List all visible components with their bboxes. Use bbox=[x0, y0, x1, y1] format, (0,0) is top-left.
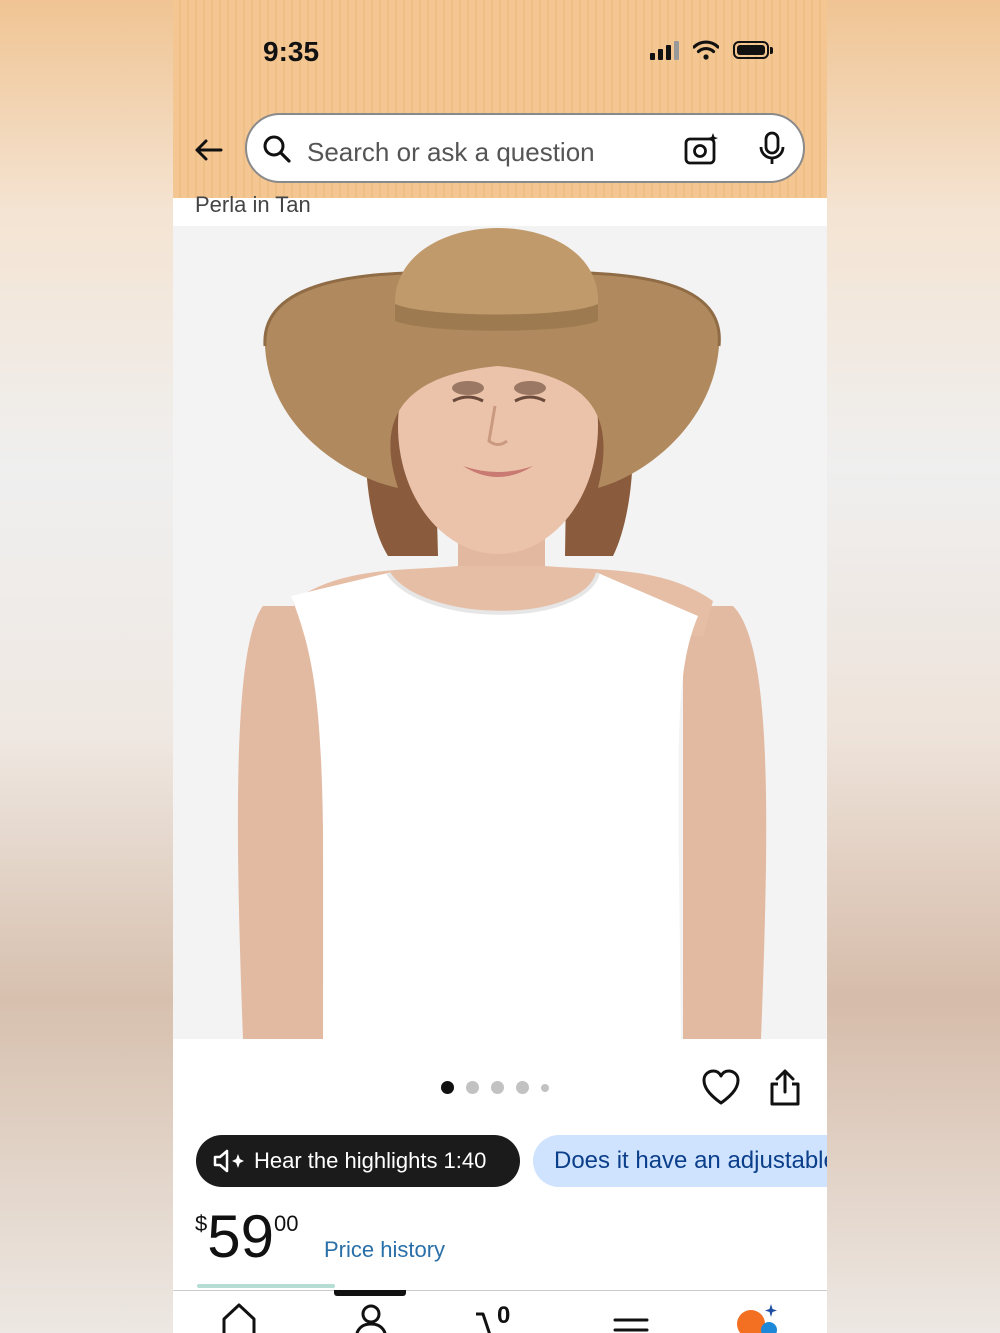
carousel-dot[interactable] bbox=[541, 1083, 549, 1092]
battery-icon bbox=[733, 41, 773, 59]
hear-highlights-label: Hear the highlights 1:40 bbox=[254, 1148, 487, 1173]
price-history-link[interactable]: Price history bbox=[324, 1237, 445, 1263]
share-icon[interactable] bbox=[767, 1068, 803, 1108]
status-time: 9:35 bbox=[263, 36, 320, 67]
menu-icon[interactable] bbox=[613, 1300, 649, 1333]
phone-screen: 9:35 Search or ask a question Perla in T… bbox=[173, 0, 827, 1333]
carousel-dot[interactable] bbox=[491, 1081, 504, 1094]
account-icon[interactable] bbox=[351, 1300, 391, 1333]
question-chip[interactable]: Does it have an adjustable bbox=[533, 1135, 827, 1187]
price: $ 59 00 bbox=[195, 1205, 298, 1269]
search-placeholder[interactable]: Search or ask a question bbox=[307, 137, 595, 168]
image-carousel-dots[interactable] bbox=[441, 1081, 549, 1094]
wifi-icon bbox=[693, 40, 719, 60]
back-arrow-icon[interactable] bbox=[191, 132, 227, 168]
header: 9:35 Search or ask a question bbox=[173, 0, 827, 198]
status-icons bbox=[650, 40, 773, 60]
background-blur-left bbox=[0, 0, 173, 1333]
hear-highlights-button[interactable]: Hear the highlights 1:40 bbox=[196, 1135, 520, 1187]
carousel-dot-active[interactable] bbox=[441, 1081, 454, 1094]
search-icon bbox=[263, 135, 291, 163]
product-photo-illustration bbox=[173, 226, 827, 1039]
carousel-dot[interactable] bbox=[516, 1081, 529, 1094]
speaker-icon bbox=[213, 1149, 244, 1173]
search-bar[interactable]: Search or ask a question bbox=[245, 113, 805, 183]
price-fraction: 00 bbox=[274, 1211, 299, 1236]
carousel-dot[interactable] bbox=[466, 1081, 479, 1094]
active-tab-indicator bbox=[334, 1290, 406, 1296]
heart-icon[interactable] bbox=[701, 1068, 741, 1108]
deal-bar bbox=[197, 1284, 335, 1288]
price-currency: $ bbox=[195, 1211, 208, 1236]
camera-icon[interactable] bbox=[683, 131, 719, 167]
product-variant-text: Perla in Tan bbox=[195, 192, 311, 217]
mic-icon[interactable] bbox=[757, 131, 787, 167]
price-whole: 59 bbox=[207, 1203, 274, 1270]
cellular-signal-icon bbox=[650, 40, 679, 60]
background-blur-right bbox=[827, 0, 1000, 1333]
cart-count: 0 bbox=[497, 1302, 511, 1329]
home-icon[interactable] bbox=[219, 1300, 259, 1333]
assistant-icon[interactable] bbox=[735, 1300, 781, 1333]
product-image[interactable] bbox=[173, 226, 827, 1039]
cart-tab[interactable]: 0 bbox=[473, 1300, 533, 1333]
question-chip-label: Does it have an adjustable bbox=[554, 1147, 827, 1174]
